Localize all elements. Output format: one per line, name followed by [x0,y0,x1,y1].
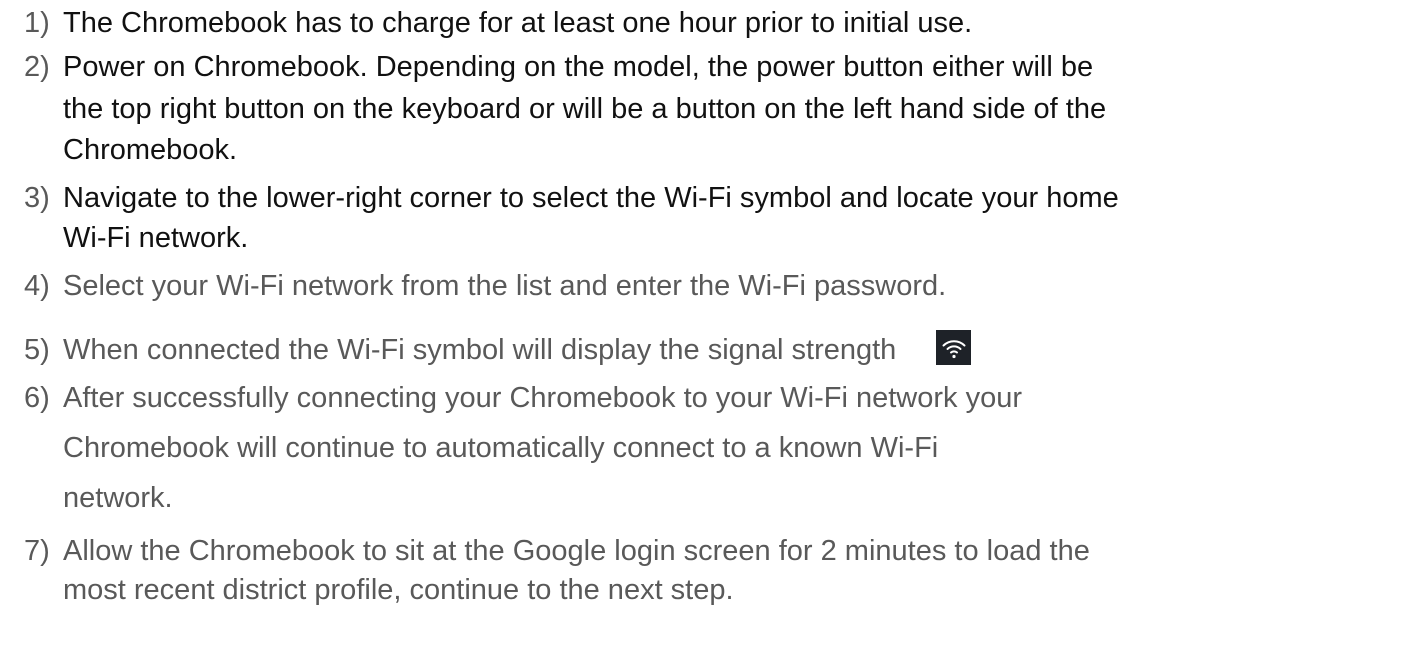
step-text: network. [63,482,173,514]
step-number: 2) [24,51,50,83]
step-number: 6) [24,382,50,414]
step-text: The Chromebook has to charge for at leas… [63,7,973,39]
step-number: 7) [24,535,50,567]
step-text: Wi-Fi network. [63,222,249,254]
step-text: Chromebook will continue to automaticall… [63,432,939,464]
step-text: most recent district profile, continue t… [63,574,734,606]
step-number: 1) [24,7,50,39]
step-text: Select your Wi-Fi network from the list … [63,270,947,302]
step-text: Power on Chromebook. Depending on the mo… [63,51,1094,83]
step-number: 4) [24,270,50,302]
step-text: Allow the Chromebook to sit at the Googl… [63,535,1090,567]
wifi-icon [936,330,971,365]
step-text: the top right button on the keyboard or … [63,93,1107,125]
step-text: Navigate to the lower-right corner to se… [63,182,1119,214]
step-text: When connected the Wi-Fi symbol will dis… [63,334,897,366]
step-text: After successfully connecting your Chrom… [63,382,1022,414]
step-number: 3) [24,182,50,214]
step-number: 5) [24,334,50,366]
step-text: Chromebook. [63,134,238,166]
